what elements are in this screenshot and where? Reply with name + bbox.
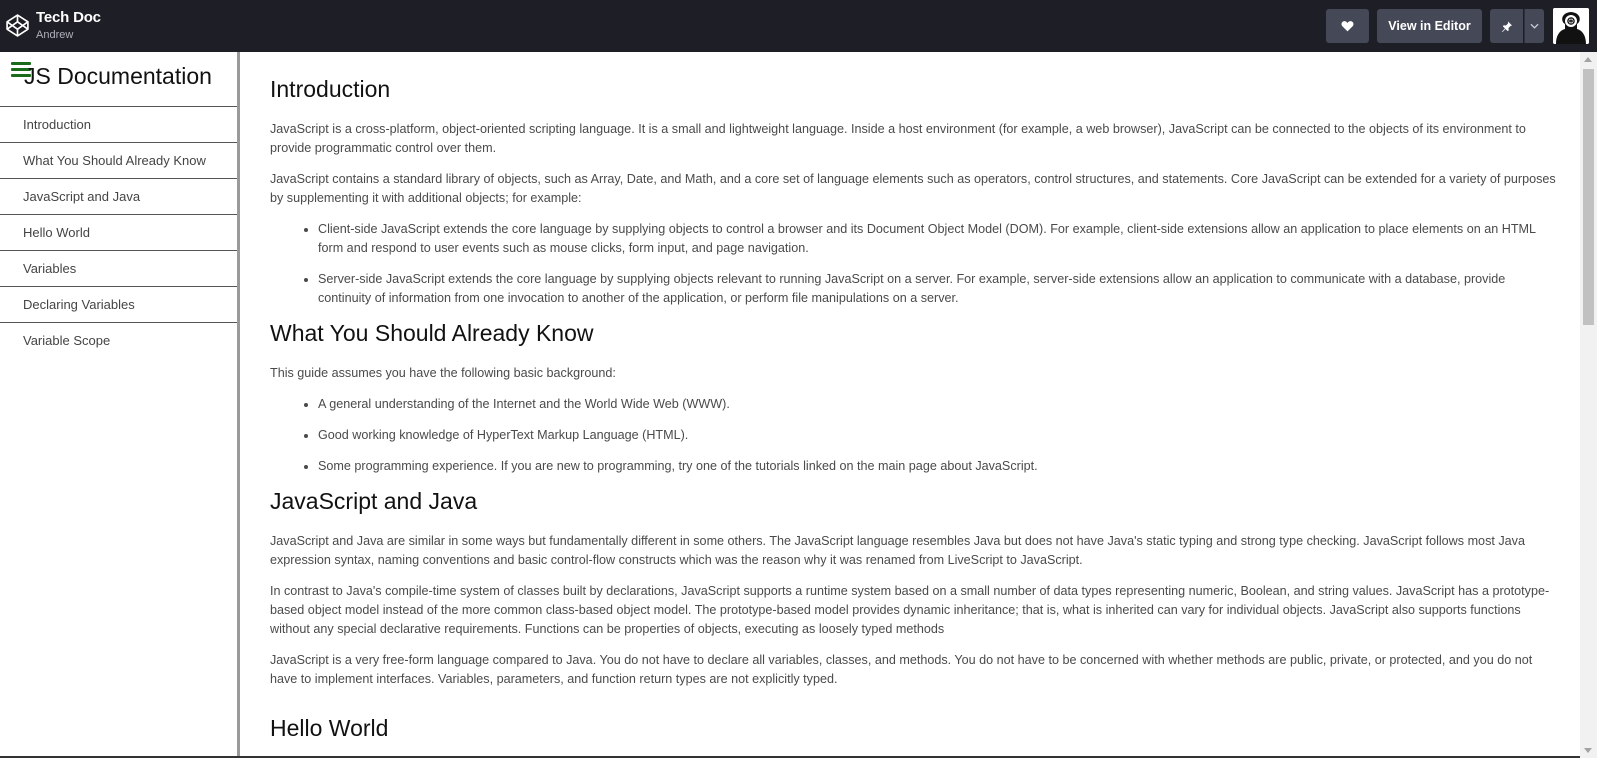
paragraph: JavaScript contains a standard library o… [270,172,1556,205]
nav-link-variable-scope[interactable]: Variable Scope [0,323,237,359]
list-item: Some programming experience. If you are … [318,457,1560,476]
bullet-list: A general understanding of the Internet … [318,395,1560,476]
nav-link-hello-world[interactable]: Hello World [0,215,237,251]
user-avatar[interactable] [1553,8,1589,44]
user-avatar-icon [1553,8,1589,44]
paragraph: JavaScript and Java are similar in some … [270,534,1525,567]
view-in-editor-button[interactable]: View in Editor [1377,9,1482,43]
vertical-scrollbar[interactable] [1580,52,1597,758]
nav-link-javascript-and-java[interactable]: JavaScript and Java [0,179,237,215]
sidebar: JS Documentation Introduction What You S… [0,52,240,758]
scrollbar-thumb[interactable] [1583,69,1594,325]
scroll-up-arrow-icon[interactable] [1584,57,1592,62]
pin-dropdown-button[interactable] [1524,9,1544,43]
section-title: Hello World [270,715,389,741]
author-name[interactable]: Andrew [36,29,73,41]
bullet-list: Client-side JavaScript extends the core … [318,220,1560,308]
paragraph: JavaScript is a cross-platform, object-o… [270,122,1526,155]
section-title: Introduction [270,76,391,102]
nav-link-what-you-should-already-know[interactable]: What You Should Already Know [0,143,237,179]
codepen-logo-icon[interactable] [5,13,30,38]
list-item: Client-side JavaScript extends the core … [318,220,1560,258]
nav-list: Introduction What You Should Already Kno… [0,106,237,359]
section-introduction: Introduction JavaScript is a cross-platf… [270,76,1560,308]
pin-icon [1501,21,1512,32]
heart-icon [1341,21,1354,32]
top-bar: Tech Doc Andrew View in Editor [0,0,1597,52]
section-javascript-and-java: JavaScript and Java JavaScript and Java … [270,488,1560,689]
like-button[interactable] [1326,9,1369,43]
section-title: JavaScript and Java [270,488,478,514]
chevron-down-icon [1530,23,1539,29]
nav-link-variables[interactable]: Variables [0,251,237,287]
scroll-down-arrow-icon[interactable] [1584,748,1592,753]
nav-link-introduction[interactable]: Introduction [0,107,237,143]
paragraph: In contrast to Java's compile-time syste… [270,584,1550,636]
section-what-you-should-already-know: What You Should Already Know This guide … [270,320,1560,476]
list-item: Good working knowledge of HyperText Mark… [318,426,1560,445]
section-hello-world: Hello World [270,715,1560,742]
list-item: A general understanding of the Internet … [318,395,1560,414]
pin-button[interactable] [1490,9,1523,43]
section-title: What You Should Already Know [270,320,594,346]
paragraph: This guide assumes you have the followin… [270,366,616,380]
pen-title[interactable]: Tech Doc [36,9,101,26]
nav-link-declaring-variables[interactable]: Declaring Variables [0,287,237,323]
list-item: Server-side JavaScript extends the core … [318,270,1560,308]
paragraph: JavaScript is a very free-form language … [270,653,1533,686]
sidebar-title: JS Documentation [24,63,212,89]
main-doc: Introduction JavaScript is a cross-platf… [243,52,1580,758]
